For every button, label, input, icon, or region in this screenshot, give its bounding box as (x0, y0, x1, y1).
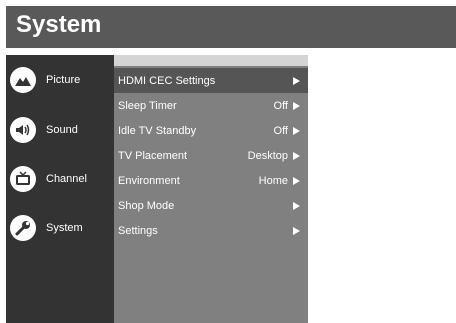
menu-item-shop-mode[interactable]: Shop Mode (114, 193, 308, 218)
menu-item-label: Environment (118, 174, 180, 187)
sidebar-item-sound[interactable]: Sound (10, 115, 114, 145)
menu-item-hdmi-cec-settings[interactable]: HDMI CEC Settings (114, 68, 308, 93)
menu-item-value: Desktop (247, 149, 288, 162)
chevron-right-icon (293, 176, 300, 185)
sidebar-item-channel[interactable]: Channel (10, 164, 114, 194)
sidebar-item-label: Sound (46, 124, 78, 136)
sidebar-item-system[interactable]: System (10, 213, 114, 243)
chevron-right-icon (293, 126, 300, 135)
chevron-right-icon (293, 76, 300, 85)
chevron-right-icon (293, 151, 300, 160)
menu-item-idle-tv-standby[interactable]: Idle TV Standby Off (114, 118, 308, 143)
wrench-icon (10, 215, 36, 241)
chevron-right-icon (293, 101, 300, 110)
sidebar-item-label: System (46, 222, 83, 234)
title-bar: System (6, 6, 456, 48)
menu-item-value: Off (273, 99, 288, 112)
menu-item-label: HDMI CEC Settings (118, 74, 216, 87)
menu-item-settings[interactable]: Settings (114, 218, 308, 243)
settings-panel: HDMI CEC Settings Sleep Timer Off Idle T… (114, 55, 308, 323)
sound-icon (10, 117, 36, 143)
menu-item-sleep-timer[interactable]: Sleep Timer Off (114, 93, 308, 118)
menu-item-label: Idle TV Standby (118, 124, 197, 137)
menu-item-value: Home (258, 174, 288, 187)
chevron-right-icon (293, 201, 300, 210)
sidebar-item-picture[interactable]: Picture (10, 65, 114, 95)
menu-item-environment[interactable]: Environment Home (114, 168, 308, 193)
menu-item-label: Sleep Timer (118, 99, 177, 112)
picture-icon (10, 67, 36, 93)
channel-icon (10, 166, 36, 192)
menu-item-value: Off (273, 124, 288, 137)
menu-item-label: Settings (118, 224, 158, 237)
sidebar-item-label: Picture (46, 74, 81, 86)
menu-item-label: TV Placement (118, 149, 188, 162)
sidebar-item-label: Channel (46, 173, 87, 185)
menu-item-label: Shop Mode (118, 199, 175, 212)
page-title: System (16, 11, 102, 38)
sidebar-menu: Picture Sound Channel System (6, 55, 114, 323)
panel-divider (114, 55, 308, 66)
menu-item-tv-placement[interactable]: TV Placement Desktop (114, 143, 308, 168)
chevron-right-icon (293, 226, 300, 235)
